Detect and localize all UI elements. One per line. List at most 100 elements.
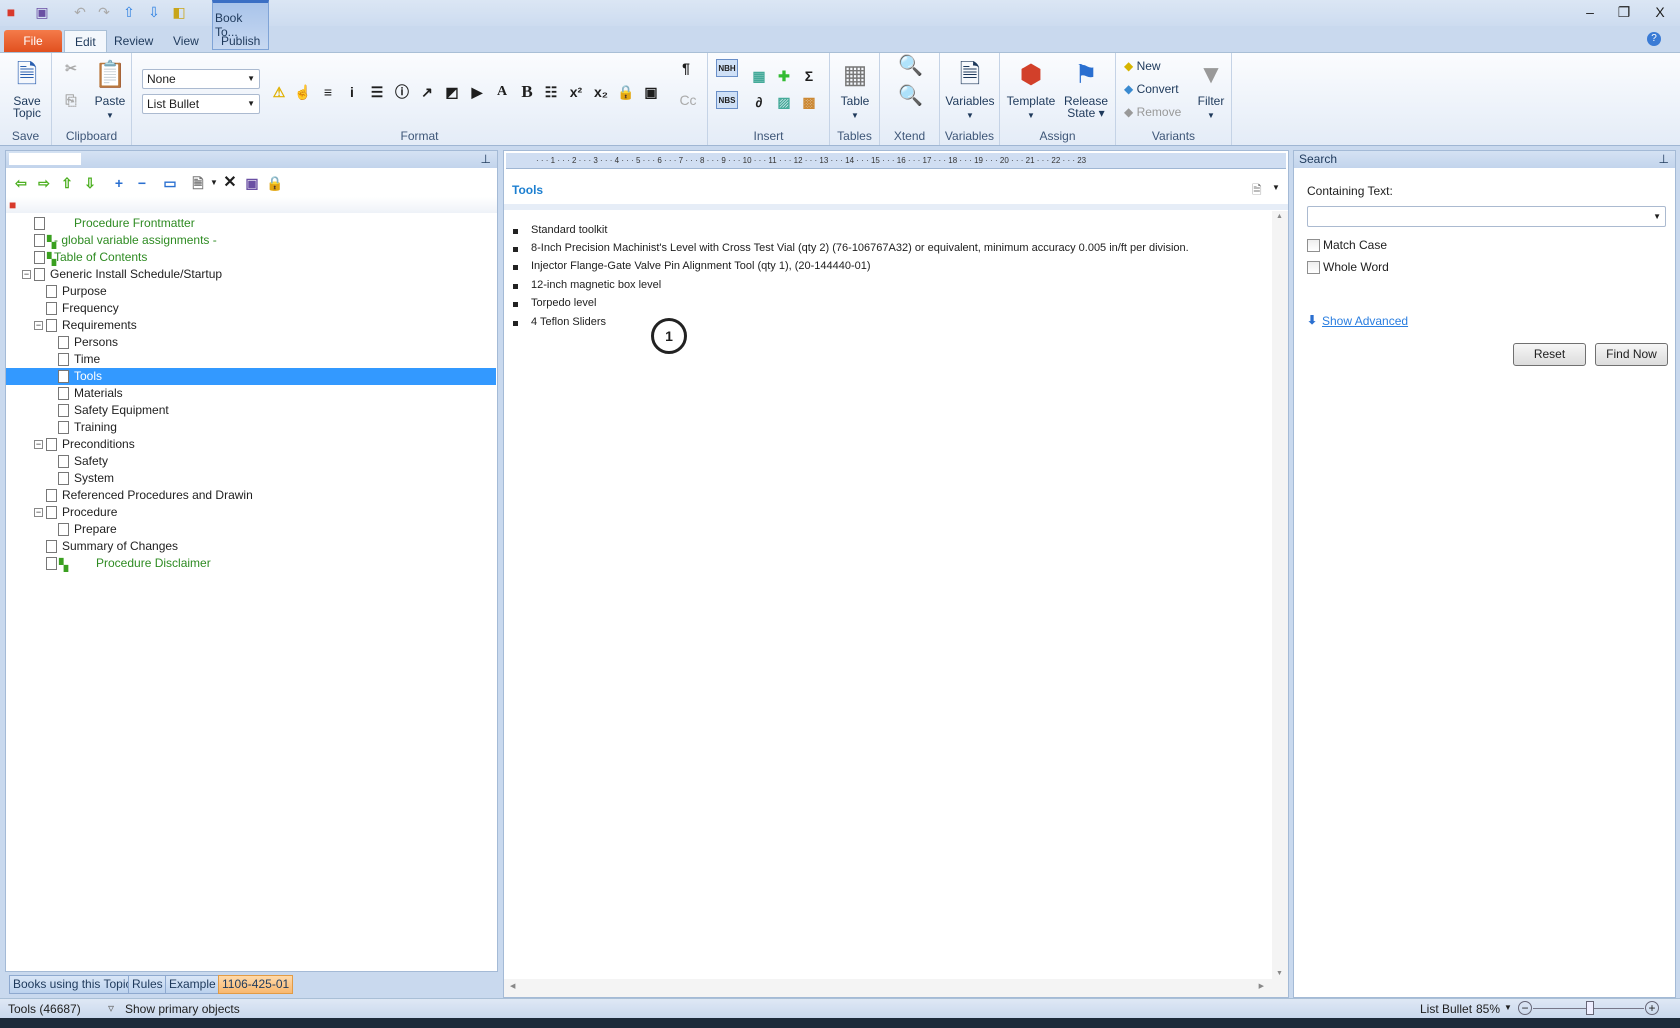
move-up-icon[interactable]: ⇧ xyxy=(121,4,137,20)
template-button[interactable]: ⬢ Template ▼ xyxy=(1004,57,1058,122)
cut-icon[interactable]: ✂ xyxy=(62,59,80,77)
tree-item[interactable]: - global variable assignments - ▚ xyxy=(6,232,496,249)
expand-all-icon[interactable]: + xyxy=(110,174,128,192)
redo-icon[interactable]: ↷ xyxy=(96,4,112,20)
tab-view[interactable]: View xyxy=(163,30,209,52)
horizontal-scrollbar[interactable]: ◀ ▶ xyxy=(504,979,1288,997)
tree-root-row[interactable]: ■ xyxy=(6,197,497,213)
list-item[interactable]: Injector Flange-Gate Valve Pin Alignment… xyxy=(531,260,871,272)
font-icon[interactable]: A xyxy=(493,83,511,101)
move-down-icon[interactable]: ⇩ xyxy=(146,4,162,20)
tree-item[interactable]: Table of Contents ▚ xyxy=(6,249,496,266)
warning-icon[interactable]: ⚠ xyxy=(270,83,288,101)
numbered-list-icon[interactable]: ≡ xyxy=(319,83,337,101)
whole-word-checkbox[interactable] xyxy=(1307,261,1320,274)
gallery-icon[interactable]: ▩ xyxy=(800,93,818,111)
paragraph-combo[interactable]: List Bullet ▼ xyxy=(142,94,260,114)
zoom-slider-thumb[interactable] xyxy=(1586,1001,1595,1015)
tree-item[interactable]: Persons xyxy=(6,334,496,351)
tree-item[interactable]: − Procedure xyxy=(6,504,496,521)
paste-button[interactable]: 📋 Paste ▼ xyxy=(92,57,128,122)
tree-item[interactable]: − Requirements xyxy=(6,317,496,334)
subscript-icon[interactable]: x₂ xyxy=(592,83,610,101)
tree-item[interactable]: Summary of Changes xyxy=(6,538,496,555)
list-item[interactable]: 4 Teflon Sliders xyxy=(531,316,606,328)
tree-item[interactable]: Purpose xyxy=(6,283,496,300)
tree-item[interactable]: − Generic Install Schedule/Startup xyxy=(6,266,496,283)
change-case-icon[interactable]: Cc xyxy=(677,91,699,109)
tree-item[interactable]: − Preconditions xyxy=(6,436,496,453)
filter-button[interactable]: ▼ Filter ▼ xyxy=(1192,57,1230,122)
collapse-icon[interactable]: − xyxy=(34,440,43,449)
link-icon[interactable]: ◩ xyxy=(443,83,461,101)
document-view-icon[interactable]: 🗎 xyxy=(1252,181,1262,202)
zoom-in-button[interactable]: + xyxy=(1645,1001,1659,1015)
tree-item[interactable]: Safety xyxy=(6,453,496,470)
preview-icon[interactable]: ◧ xyxy=(171,4,187,20)
bullet-list-icon[interactable]: ☷ xyxy=(542,83,560,101)
tab-books-using-topic[interactable]: Books using this Topic xyxy=(9,975,136,994)
show-primary-objects[interactable]: Show primary objects xyxy=(125,1002,240,1016)
tree-item[interactable]: Training xyxy=(6,419,496,436)
vertical-scrollbar[interactable]: ▲ ▼ xyxy=(1272,211,1288,979)
pin-icon[interactable]: ⊥ xyxy=(481,151,491,168)
variables-button[interactable]: 🗎 Variables ▼ xyxy=(942,57,998,122)
collapse-icon[interactable]: − xyxy=(34,508,43,517)
tree-item[interactable]: Materials xyxy=(6,385,496,402)
info-icon[interactable]: i xyxy=(343,83,361,101)
scroll-up-icon[interactable]: ▲ xyxy=(1276,213,1283,220)
collapse-icon[interactable]: − xyxy=(22,270,31,279)
list-item[interactable]: Torpedo level xyxy=(531,297,596,309)
convert-variant-button[interactable]: ◆ Convert xyxy=(1124,82,1179,96)
zoom-dropdown-icon[interactable]: ▼ xyxy=(1504,1003,1512,1012)
lock-icon[interactable]: 🔒 xyxy=(617,83,635,101)
containing-text-input[interactable]: ▼ xyxy=(1307,206,1666,227)
forward-icon[interactable]: ⇨ xyxy=(35,174,53,192)
tree-item[interactable]: Safety Equipment xyxy=(6,402,496,419)
bold-icon[interactable]: B xyxy=(518,83,536,101)
down-icon[interactable]: ⇩ xyxy=(81,174,99,192)
tab-1106-425-01[interactable]: 1106-425-01 xyxy=(218,975,294,994)
tab-rules[interactable]: Rules xyxy=(128,975,167,994)
undo-icon[interactable]: ↶ xyxy=(72,4,88,20)
delete-icon[interactable]: ✕ xyxy=(221,174,239,192)
back-icon[interactable]: ⇦ xyxy=(12,174,30,192)
close-button[interactable]: X xyxy=(1652,4,1668,20)
superscript-icon[interactable]: x² xyxy=(567,83,585,101)
attach-icon[interactable]: ∂ xyxy=(750,93,768,111)
save-icon[interactable]: ▣ xyxy=(243,174,261,192)
view-dropdown-icon[interactable]: ▼ xyxy=(1272,183,1280,192)
image-icon[interactable]: ▣ xyxy=(642,83,660,101)
tree-item[interactable]: Frequency xyxy=(6,300,496,317)
lock-icon[interactable]: 🔒 xyxy=(266,174,284,192)
tree-item[interactable]: Procedure Frontmatter xyxy=(6,215,496,232)
find-now-button[interactable]: Find Now xyxy=(1595,343,1668,366)
picture-icon[interactable]: ▨ xyxy=(775,93,793,111)
tab-review[interactable]: Review xyxy=(104,30,163,52)
sigma-icon[interactable]: Σ xyxy=(800,67,818,85)
scroll-right-icon[interactable]: ▶ xyxy=(1259,982,1264,990)
scroll-left-icon[interactable]: ◀ xyxy=(510,982,515,990)
scroll-down-icon[interactable]: ▼ xyxy=(1276,970,1283,977)
tree-item[interactable]: Prepare xyxy=(6,521,496,538)
save-topic-button[interactable]: 🗎 Save Topic xyxy=(8,57,46,119)
zoom-out-button[interactable]: − xyxy=(1518,1001,1532,1015)
match-case-checkbox[interactable] xyxy=(1307,239,1320,252)
remove-variant-button[interactable]: ◆ Remove xyxy=(1124,105,1181,119)
restore-button[interactable]: ❐ xyxy=(1616,4,1632,20)
tab-edit[interactable]: Edit xyxy=(64,30,107,52)
tree-item[interactable]: Referenced Procedures and Drawin xyxy=(6,487,496,504)
chart-icon[interactable]: ▦ xyxy=(750,67,768,85)
list-item[interactable]: 8-Inch Precision Machinist's Level with … xyxy=(531,242,1189,254)
puzzle-icon[interactable]: ✚ xyxy=(775,67,793,85)
tree-item[interactable]: Time xyxy=(6,351,496,368)
tree-item[interactable]: Tools xyxy=(6,368,496,385)
list-icon[interactable]: ☰ xyxy=(368,83,386,101)
tab-example[interactable]: Example xyxy=(165,975,220,994)
info-circle-icon[interactable]: ⓘ xyxy=(393,83,411,101)
style-combo[interactable]: None ▼ xyxy=(142,69,260,89)
save-icon[interactable]: ▣ xyxy=(34,4,50,20)
collapse-icon[interactable]: − xyxy=(34,321,43,330)
list-item[interactable]: Standard toolkit xyxy=(531,224,607,236)
up-icon[interactable]: ⇧ xyxy=(58,174,76,192)
